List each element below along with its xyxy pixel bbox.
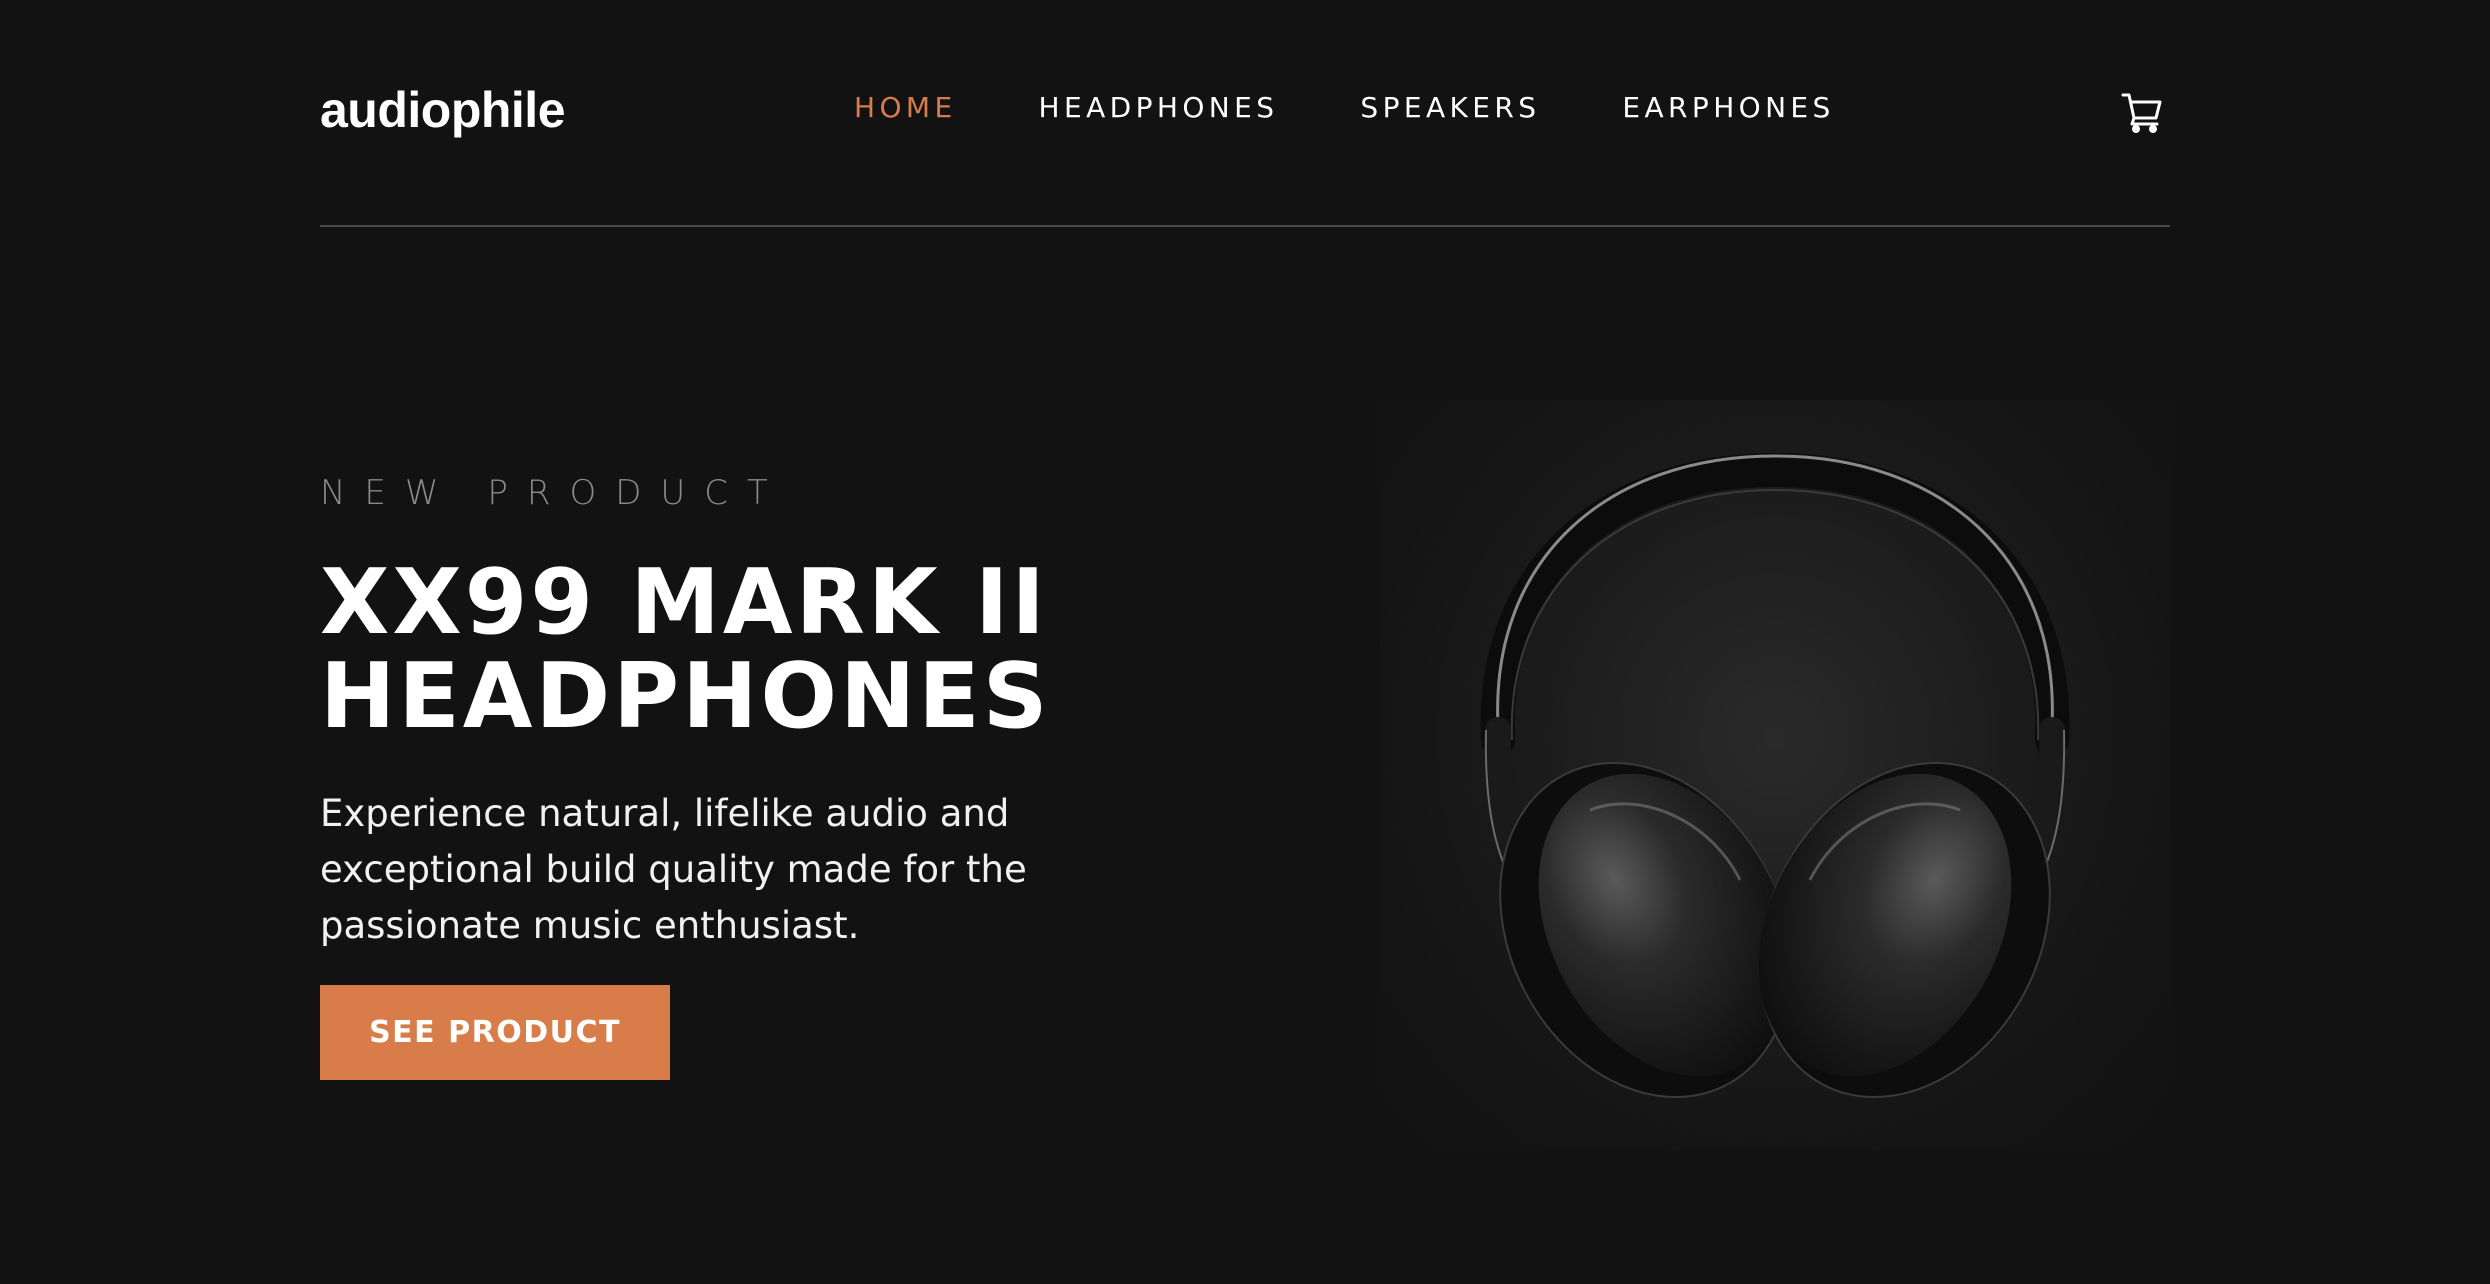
description-line-1: Experience natural, lifelike audio and bbox=[320, 792, 1010, 835]
see-product-button[interactable]: SEE PRODUCT bbox=[320, 985, 670, 1080]
logo[interactable]: audiophile bbox=[320, 80, 566, 140]
product-title-line-1: XX99 MARK II bbox=[320, 550, 1048, 655]
product-title: XX99 MARK II HEADPHONES bbox=[320, 550, 1051, 749]
description-line-3: passionate music enthusiast. bbox=[320, 904, 860, 947]
nav-home[interactable]: HOME bbox=[854, 88, 957, 128]
product-title-line-2: HEADPHONES bbox=[320, 644, 1051, 749]
nav-headphones[interactable]: HEADPHONES bbox=[1039, 88, 1279, 128]
cart-icon[interactable] bbox=[2120, 90, 2164, 134]
product-description: Experience natural, lifelike audio and e… bbox=[320, 786, 1040, 954]
new-product-label: NEW PRODUCT bbox=[320, 473, 787, 513]
headphones-image bbox=[1380, 400, 2170, 1150]
description-line-2: exceptional build quality made for the bbox=[320, 848, 1027, 891]
nav-earphones[interactable]: EARPHONES bbox=[1622, 88, 1834, 128]
hero-section: NEW PRODUCT XX99 MARK II HEADPHONES Expe… bbox=[320, 468, 1080, 954]
main-nav: HOME HEADPHONES SPEAKERS EARPHONES bbox=[854, 88, 1835, 128]
nav-speakers[interactable]: SPEAKERS bbox=[1360, 88, 1540, 128]
site-header: audiophile HOME HEADPHONES SPEAKERS EARP… bbox=[320, 0, 2170, 227]
